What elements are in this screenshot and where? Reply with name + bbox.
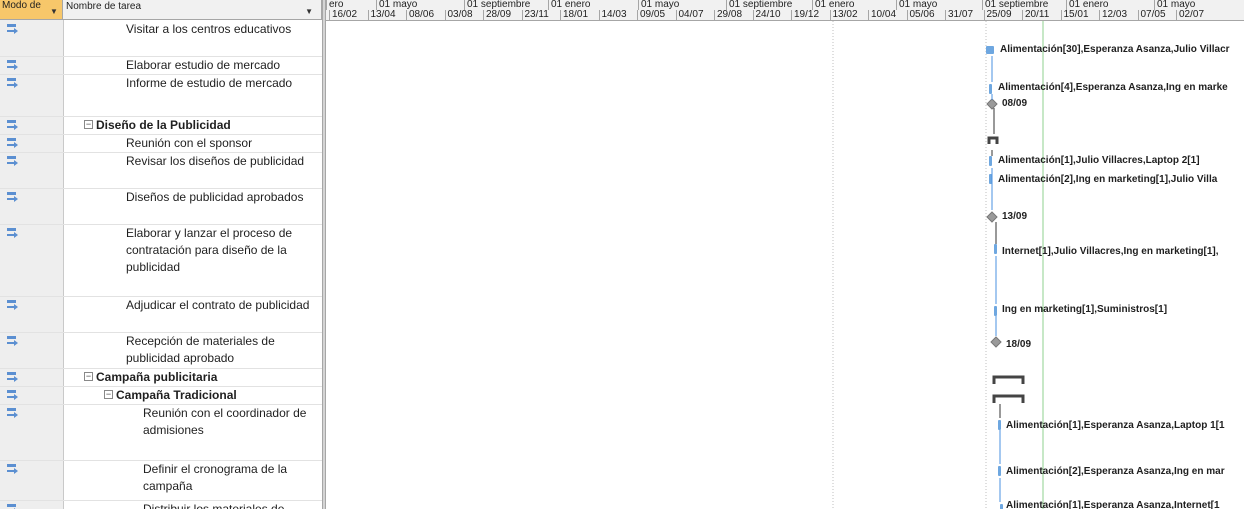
- auto-schedule-icon: [7, 24, 18, 34]
- table-row[interactable]: Reunión con el sponsor: [0, 135, 322, 153]
- summary-bar[interactable]: [992, 375, 1025, 384]
- name-header-label: Nombre de tarea: [66, 1, 142, 12]
- task-name[interactable]: Adjudicar el contrato de publicidad: [126, 297, 316, 314]
- chevron-down-icon[interactable]: ▼: [50, 7, 58, 16]
- table-row[interactable]: − Campaña publicitaria: [0, 369, 322, 387]
- name-column-header[interactable]: Nombre de tarea ▼: [63, 0, 322, 20]
- auto-schedule-icon: [7, 336, 18, 346]
- task-bar[interactable]: [989, 156, 992, 166]
- gantt-chart: ero 01 mayo 01 septiembre 01 enero 01 mayo 01…: [326, 0, 1244, 509]
- task-grid: Modo de ▼ Nombre de tarea ▼ Visitar a lo…: [0, 0, 322, 509]
- auto-schedule-icon: [7, 372, 18, 382]
- auto-schedule-icon: [7, 120, 18, 130]
- task-name[interactable]: Elaborar y lanzar el proceso de contrata…: [126, 225, 316, 276]
- task-bar[interactable]: [986, 46, 994, 54]
- table-row[interactable]: Elaborar estudio de mercado: [0, 57, 322, 75]
- table-row[interactable]: Definir el cronograma de la campaña: [0, 461, 322, 501]
- auto-schedule-icon: [7, 60, 18, 70]
- resource-label: Internet[1],Julio Villacres,Ing en marke…: [1002, 246, 1219, 257]
- summary-bar[interactable]: [987, 136, 999, 144]
- task-name[interactable]: Campaña publicitaria: [96, 369, 316, 386]
- task-name[interactable]: Visitar a los centros educativos: [126, 21, 316, 38]
- task-bar[interactable]: [989, 84, 992, 94]
- resource-label: Alimentación[1],Julio Villacres,Laptop 2…: [998, 155, 1200, 166]
- resource-label: Alimentación[2],Esperanza Asanza,Ing en …: [1006, 466, 1225, 477]
- collapse-toggle-icon[interactable]: −: [84, 120, 93, 129]
- table-row[interactable]: Visitar a los centros educativos: [0, 21, 322, 57]
- table-row[interactable]: Distribuir los materiales de: [0, 501, 322, 509]
- task-name[interactable]: Revisar los diseños de publicidad: [126, 153, 316, 170]
- milestone-date-label: 13/09: [1002, 211, 1028, 222]
- resource-label: Alimentación[1],Esperanza Asanza,Laptop …: [1006, 420, 1225, 431]
- resource-label: Ing en marketing[1],Suministros[1]: [1002, 304, 1168, 315]
- task-name[interactable]: Reunión con el coordinador de admisiones: [143, 405, 316, 439]
- milestone-diamond[interactable]: [986, 98, 998, 110]
- auto-schedule-icon: [7, 192, 18, 202]
- auto-schedule-icon: [7, 138, 18, 148]
- table-row[interactable]: Adjudicar el contrato de publicidad: [0, 297, 322, 333]
- auto-schedule-icon: [7, 300, 18, 310]
- task-name[interactable]: Recepción de materiales de publicidad ap…: [126, 333, 316, 367]
- task-name[interactable]: Informe de estudio de mercado: [126, 75, 316, 92]
- table-row[interactable]: Recepción de materiales de publicidad ap…: [0, 333, 322, 369]
- milestone-diamond[interactable]: [986, 211, 998, 223]
- table-row[interactable]: Informe de estudio de mercado: [0, 75, 322, 117]
- mode-column-header[interactable]: Modo de ▼: [0, 0, 63, 20]
- collapse-toggle-icon[interactable]: −: [104, 390, 113, 399]
- auto-schedule-icon: [7, 408, 18, 418]
- summary-bar[interactable]: [992, 394, 1025, 403]
- table-row[interactable]: Diseños de publicidad aprobados: [0, 189, 322, 225]
- task-bar[interactable]: [994, 306, 997, 316]
- auto-schedule-icon: [7, 464, 18, 474]
- task-bar[interactable]: [998, 420, 1001, 430]
- task-name[interactable]: Reunión con el sponsor: [126, 135, 316, 152]
- task-name[interactable]: Distribuir los materiales de: [143, 501, 316, 509]
- auto-schedule-icon: [7, 156, 18, 166]
- milestone-diamond[interactable]: [990, 336, 1002, 348]
- milestone-date-label: 08/09: [1002, 98, 1028, 109]
- auto-schedule-icon: [7, 390, 18, 400]
- table-row[interactable]: − Diseño de la Publicidad: [0, 117, 322, 135]
- auto-schedule-icon: [7, 78, 18, 88]
- task-name[interactable]: Elaborar estudio de mercado: [126, 57, 316, 74]
- auto-schedule-icon: [7, 228, 18, 238]
- task-bar[interactable]: [994, 244, 997, 254]
- table-row[interactable]: Revisar los diseños de publicidad: [0, 153, 322, 189]
- collapse-toggle-icon[interactable]: −: [84, 372, 93, 381]
- mode-header-label: Modo de: [2, 0, 41, 11]
- table-row[interactable]: − Campaña Tradicional: [0, 387, 322, 405]
- table-row[interactable]: Elaborar y lanzar el proceso de contrata…: [0, 225, 322, 297]
- resource-label: Alimentación[30],Esperanza Asanza,Julio …: [1000, 44, 1230, 55]
- task-name[interactable]: Diseño de la Publicidad: [96, 117, 316, 134]
- auto-schedule-icon: [7, 504, 16, 509]
- chevron-down-icon[interactable]: ▼: [305, 7, 313, 16]
- task-name[interactable]: Diseños de publicidad aprobados: [126, 189, 316, 206]
- resource-label: Alimentación[4],Esperanza Asanza,Ing en …: [998, 82, 1228, 93]
- task-bar[interactable]: [998, 466, 1001, 476]
- task-name[interactable]: Definir el cronograma de la campaña: [143, 461, 316, 495]
- milestone-date-label: 18/09: [1006, 339, 1032, 350]
- resource-label: Alimentación[2],Ing en marketing[1],Juli…: [998, 174, 1218, 185]
- table-row[interactable]: Reunión con el coordinador de admisiones: [0, 405, 322, 461]
- task-bar[interactable]: [1000, 504, 1003, 509]
- task-name[interactable]: Campaña Tradicional: [116, 387, 316, 404]
- resource-label: Alimentación[1],Esperanza Asanza,Interne…: [1006, 500, 1220, 509]
